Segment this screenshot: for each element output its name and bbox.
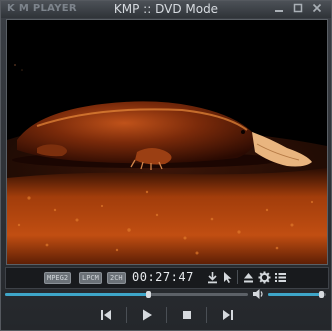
- control-divider-2: [166, 307, 167, 323]
- seek-handle[interactable]: [146, 291, 152, 298]
- status-divider: [237, 270, 238, 284]
- playback-time[interactable]: 00:27:47: [132, 270, 194, 284]
- seek-progress: [5, 293, 149, 296]
- seek-row: [5, 288, 327, 300]
- previous-icon: [101, 310, 111, 320]
- video-codec-badge: MPEG2: [44, 272, 72, 284]
- kmplayer-window: K M PLAYER KMP :: DVD Mode MPEG2 LPCM 2C…: [0, 0, 332, 331]
- control-bar: [5, 303, 327, 328]
- close-icon: [312, 3, 322, 13]
- control-divider-3: [206, 307, 207, 323]
- cursor-button[interactable]: [221, 271, 234, 284]
- stop-icon: [183, 311, 191, 319]
- close-button[interactable]: [310, 2, 324, 15]
- settings-button[interactable]: [258, 271, 271, 284]
- video-frame: [6, 19, 328, 265]
- eject-icon: [244, 273, 253, 283]
- title-bar[interactable]: K M PLAYER KMP :: DVD Mode: [1, 1, 331, 18]
- volume-level: [268, 293, 324, 296]
- download-icon: [208, 272, 217, 284]
- status-bar: MPEG2 LPCM 2CH 00:27:47: [5, 267, 329, 289]
- stop-button[interactable]: [176, 305, 198, 325]
- channel-badge: 2CH: [107, 272, 126, 284]
- playlist-button[interactable]: [274, 271, 287, 284]
- cursor-icon: [224, 272, 232, 283]
- volume-slider[interactable]: [268, 291, 326, 298]
- seek-bar[interactable]: [5, 291, 248, 298]
- capture-button[interactable]: [206, 271, 219, 284]
- play-icon: [143, 309, 152, 321]
- playlist-icon: [275, 273, 286, 282]
- next-icon: [223, 310, 233, 320]
- volume-handle[interactable]: [319, 291, 325, 298]
- maximize-icon: [293, 3, 303, 13]
- video-frame-image: [7, 20, 327, 264]
- speaker-icon: [253, 289, 263, 299]
- minimize-icon: [275, 10, 283, 12]
- audio-codec-badge: LPCM: [79, 272, 102, 284]
- video-display[interactable]: [7, 20, 327, 264]
- previous-button[interactable]: [95, 305, 117, 325]
- maximize-button[interactable]: [291, 2, 305, 15]
- play-button[interactable]: [136, 305, 158, 325]
- minimize-button[interactable]: [272, 2, 286, 15]
- eject-button[interactable]: [242, 271, 255, 284]
- control-divider-1: [126, 307, 127, 323]
- mute-button[interactable]: [252, 288, 265, 300]
- gear-icon: [258, 271, 271, 284]
- next-button[interactable]: [217, 305, 239, 325]
